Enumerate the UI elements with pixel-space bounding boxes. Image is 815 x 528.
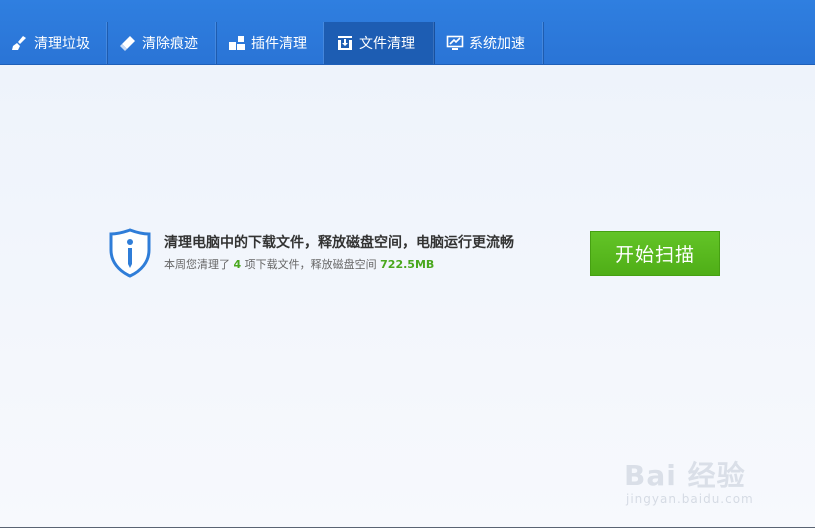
eraser-icon	[119, 34, 137, 52]
tab-clean-junk[interactable]: 清理垃圾	[0, 22, 108, 64]
weekly-summary: 本周您清理了 4 项下载文件，释放磁盘空间 722.5MB	[164, 256, 434, 272]
space-freed-size: 722.5MB	[380, 258, 435, 271]
start-scan-button[interactable]: 开始扫描	[590, 231, 720, 276]
summary-middle: 项下载文件，释放磁盘空间	[244, 258, 377, 271]
shield-info-icon	[108, 228, 152, 278]
tab-label: 文件清理	[359, 36, 415, 52]
summary-prefix: 本周您清理了	[164, 258, 230, 271]
tab-plugin-clean[interactable]: 插件清理	[217, 22, 325, 64]
tab-file-clean[interactable]: 文件清理	[325, 22, 435, 64]
tab-label: 插件清理	[251, 36, 307, 52]
files-cleaned-count: 4	[233, 258, 242, 271]
watermark-logo: Bai 经验	[624, 459, 746, 492]
top-toolbar: 清理垃圾 清除痕迹 插件清理 文件清理 系统加速	[0, 0, 815, 65]
download-box-icon	[336, 34, 354, 52]
tab-system-speedup[interactable]: 系统加速	[435, 22, 544, 64]
watermark-url: jingyan.baidu.com	[626, 492, 754, 506]
broom-icon	[11, 34, 29, 52]
tab-bar: 清理垃圾 清除痕迹 插件清理 文件清理 系统加速	[0, 22, 544, 64]
plugin-icon	[228, 34, 246, 52]
baidu-jingyan-watermark: Bai 经验 jingyan.baidu.com	[618, 440, 788, 520]
tab-label: 清除痕迹	[142, 36, 198, 52]
tab-label: 清理垃圾	[34, 36, 90, 52]
tab-label: 系统加速	[469, 36, 525, 52]
feature-headline: 清理电脑中的下载文件，释放磁盘空间，电脑运行更流畅	[164, 235, 514, 251]
monitor-speed-icon	[446, 34, 464, 52]
tab-clear-traces[interactable]: 清除痕迹	[108, 22, 217, 64]
